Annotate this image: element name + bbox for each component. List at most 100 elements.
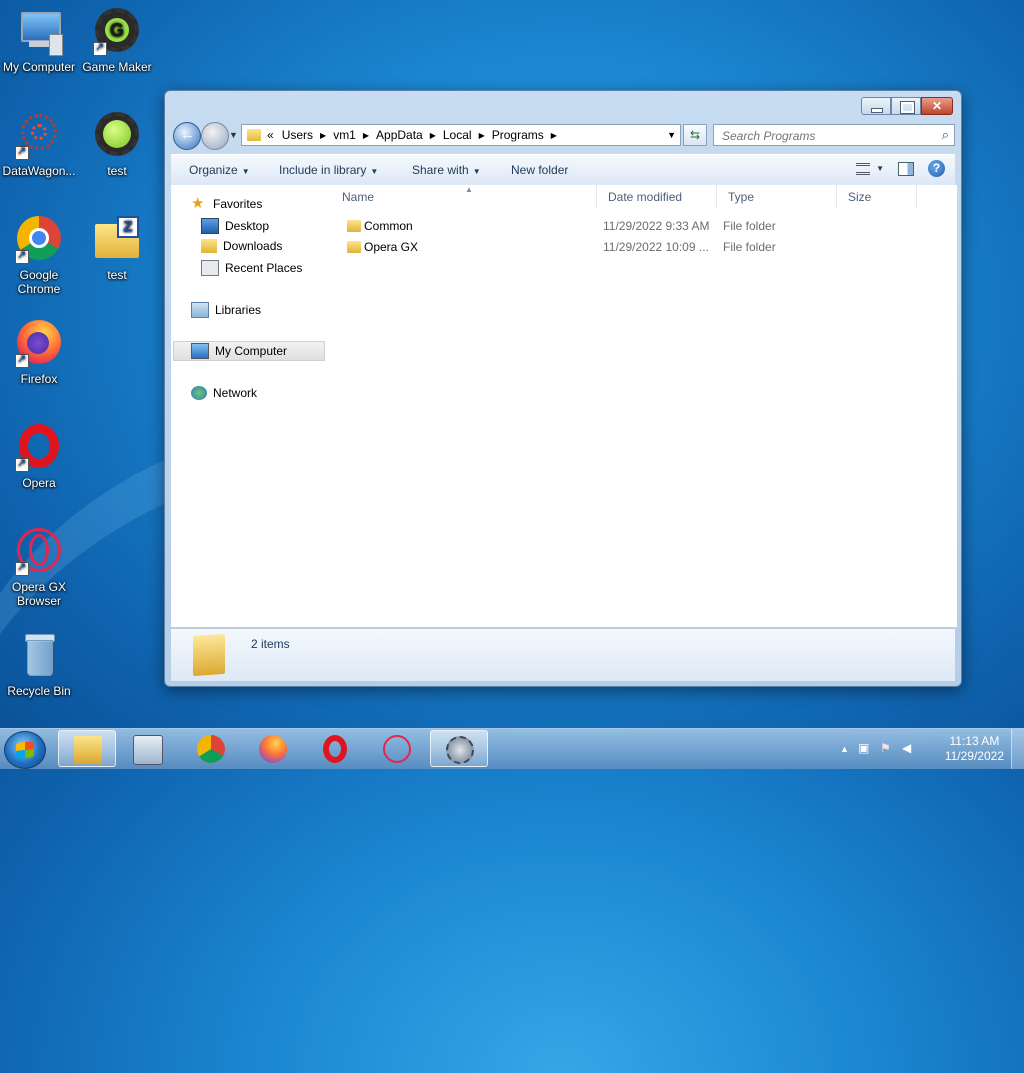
file-row[interactable]: Opera GX 11/29/2022 10:09 ... File folde… (341, 237, 941, 257)
desktop-icon-game-maker[interactable]: G Game Maker (78, 8, 156, 74)
column-header-name[interactable]: ▲ Name (331, 185, 597, 209)
desktop-icon-recycle-bin[interactable]: Recycle Bin (0, 632, 78, 698)
datawagon-icon (15, 112, 63, 160)
desktop-icon-my-computer[interactable]: My Computer (0, 8, 78, 74)
network-tray-icon[interactable]: ▣ (858, 741, 869, 755)
desktop-icon-label: test (107, 268, 127, 282)
clock-time: 11:13 AM (949, 734, 1000, 748)
taskbar-game-maker[interactable] (430, 730, 488, 767)
breadcrumb-users[interactable]: Users ▶ (282, 128, 334, 142)
help-icon[interactable]: ? (928, 160, 945, 177)
file-name: Opera GX (364, 240, 419, 254)
new-folder-label: New folder (511, 163, 569, 177)
chevron-down-icon: ▼ (241, 167, 250, 176)
nav-my-computer[interactable]: My Computer (173, 341, 325, 361)
file-row[interactable]: Common 11/29/2022 9:33 AM File folder (341, 216, 941, 236)
taskbar-opera-gx[interactable] (368, 730, 426, 767)
desktop-icon-datawagon[interactable]: DataWagon... (0, 112, 78, 178)
preview-pane-icon[interactable] (898, 161, 914, 176)
star-icon: ★ (191, 195, 205, 212)
action-center-icon[interactable]: ⚑ (880, 741, 891, 755)
column-header-date-modified[interactable]: Date modified (597, 185, 717, 209)
item-count: 2 items (251, 637, 290, 651)
chevron-right-icon[interactable]: ▶ (430, 131, 436, 140)
back-button[interactable]: ← (173, 122, 201, 150)
breadcrumb-programs[interactable]: Programs ▶ (492, 128, 564, 142)
change-view-button[interactable]: ▼ (856, 162, 884, 175)
search-box[interactable]: ⌕ (713, 124, 955, 146)
desktop-icon-google-chrome[interactable]: Google Chrome (0, 216, 78, 296)
chevron-right-icon[interactable]: ▶ (479, 131, 485, 140)
address-dropdown-icon[interactable]: ▼ (667, 130, 676, 140)
address-bar[interactable]: « Users ▶ vm1 ▶ AppData ▶ Local ▶ Programs ▶ … (241, 124, 681, 146)
recent-pages-dropdown[interactable]: ▼ (229, 130, 238, 140)
desktop-icon-firefox[interactable]: Firefox (0, 320, 78, 386)
desktop-icon-test-gm[interactable]: test (78, 112, 156, 178)
desktop-icon-opera-gx[interactable]: Opera GX Browser (0, 528, 78, 608)
column-header-size[interactable]: Size (837, 185, 917, 209)
explorer-window[interactable]: ✕ ← ▼ « Users ▶ vm1 ▶ AppData ▶ Local ▶ Prog… (164, 90, 962, 687)
include-in-library-menu[interactable]: Include in library ▼ (279, 163, 378, 177)
start-button[interactable] (4, 731, 46, 769)
nav-downloads[interactable]: Downloads (201, 239, 282, 253)
computer-icon (15, 8, 63, 56)
address-overflow[interactable]: « (267, 128, 274, 142)
toolbar-right: ▼ ? (856, 160, 945, 177)
taskbar-explorer[interactable] (58, 730, 116, 767)
folder-icon (347, 220, 361, 232)
opera-icon (323, 735, 347, 763)
desktop-icon-label: Google Chrome (17, 268, 61, 296)
column-label: Name (342, 190, 375, 204)
desktop-icon-label: Opera (22, 476, 56, 490)
taskbar-media-player[interactable] (118, 730, 176, 767)
desktop-icon-label: Firefox (20, 372, 58, 386)
breadcrumb-label: AppData (376, 128, 423, 142)
desktop-icon-test-zip[interactable]: Z test (78, 216, 156, 282)
nav-libraries[interactable]: Libraries (191, 302, 261, 318)
nav-desktop[interactable]: Desktop (201, 218, 269, 234)
organize-menu[interactable]: Organize ▼ (189, 163, 250, 177)
chevron-right-icon[interactable]: ▶ (320, 131, 326, 140)
clock[interactable]: 11:13 AM 11/29/2022 (945, 734, 1004, 764)
file-type: File folder (723, 240, 776, 254)
nav-label: Favorites (213, 197, 263, 211)
volume-icon[interactable]: ◀ (902, 741, 911, 755)
nav-network[interactable]: Network (191, 386, 257, 400)
desktop-icon-opera[interactable]: Opera (0, 424, 78, 490)
nav-label: Network (213, 386, 258, 400)
show-desktop-button[interactable] (1011, 729, 1024, 769)
file-list[interactable]: ▲ Name Date modified Type Size Common 11… (331, 185, 957, 627)
close-button[interactable]: ✕ (921, 97, 953, 115)
taskbar-opera[interactable] (306, 730, 364, 767)
breadcrumb-local[interactable]: Local ▶ (443, 128, 492, 142)
column-header-type[interactable]: Type (717, 185, 837, 209)
breadcrumb-label: vm1 (333, 128, 356, 142)
breadcrumb-label: Local (442, 128, 472, 142)
refresh-icon: ⇆ (689, 128, 701, 142)
nav-recent-places[interactable]: Recent Places (201, 260, 302, 276)
desktop-icon-label: Game Maker (82, 60, 152, 74)
clock-date: 11/29/2022 (944, 749, 1004, 763)
breadcrumb-vm1[interactable]: vm1 ▶ (333, 128, 376, 142)
forward-button[interactable] (201, 122, 229, 150)
game-maker-icon: G (93, 8, 141, 56)
search-icon[interactable]: ⌕ (942, 127, 949, 143)
breadcrumb-appdata[interactable]: AppData ▶ (376, 128, 443, 142)
nav-favorites[interactable]: ★ Favorites (191, 195, 263, 212)
desktop-icon-label: DataWagon... (2, 164, 76, 178)
show-hidden-icons-icon[interactable]: ▲ (840, 744, 849, 754)
explorer-icon (74, 736, 102, 764)
new-folder-button[interactable]: New folder (511, 163, 568, 177)
share-with-menu[interactable]: Share with ▼ (412, 163, 481, 177)
chevron-right-icon[interactable]: ▶ (551, 131, 557, 140)
taskbar-chrome[interactable] (182, 730, 240, 767)
file-name: Common (364, 219, 413, 233)
taskbar-firefox[interactable] (244, 730, 302, 767)
minimize-button[interactable] (861, 97, 891, 115)
refresh-button[interactable]: ⇆ (683, 124, 707, 146)
maximize-button[interactable] (891, 97, 921, 115)
taskbar: ▲ ▣ ⚑ ◀ 11:13 AM 11/29/2022 (0, 728, 1024, 769)
file-type: File folder (723, 219, 776, 233)
chevron-right-icon[interactable]: ▶ (363, 131, 369, 140)
search-input[interactable] (720, 126, 924, 146)
